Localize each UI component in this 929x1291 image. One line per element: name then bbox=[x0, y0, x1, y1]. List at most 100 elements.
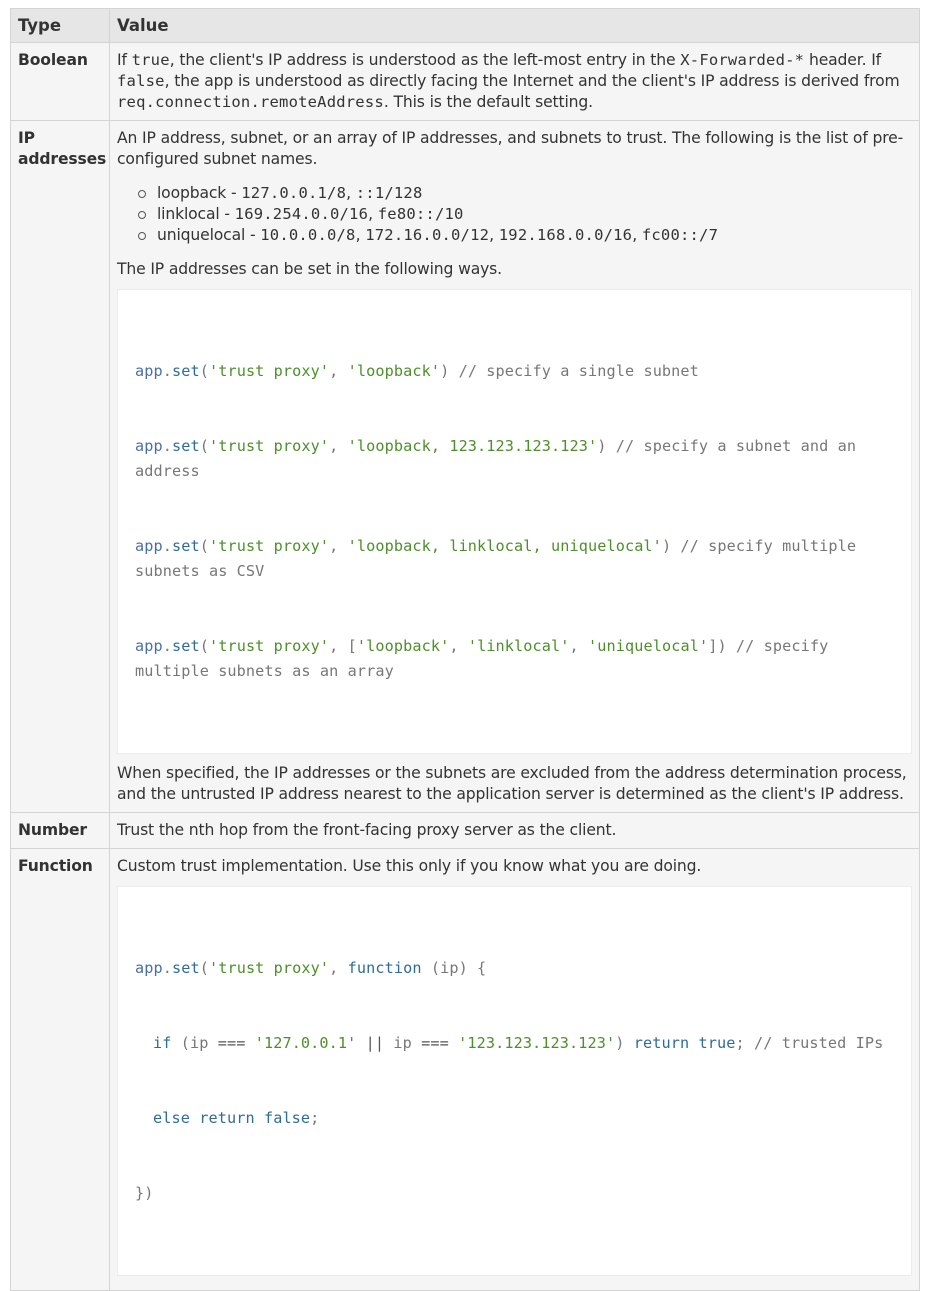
code-token: . bbox=[162, 362, 172, 380]
table-row-number: Number Trust the nth hop from the front-… bbox=[10, 812, 920, 849]
code-token: ip bbox=[393, 1034, 412, 1052]
code-token: (ip) { bbox=[421, 959, 487, 977]
code-token: 'loopback, 123.123.123.123' bbox=[347, 437, 598, 455]
type-cell-ip-addresses: IP addresses bbox=[10, 120, 110, 813]
code-token: app bbox=[135, 362, 163, 380]
code-token: , bbox=[329, 959, 348, 977]
code-token: 'linklocal' bbox=[467, 637, 570, 655]
code-token: app bbox=[135, 537, 163, 555]
code-line: app.set('trust proxy', ['loopback', 'lin… bbox=[135, 634, 894, 684]
code-token: set bbox=[171, 637, 200, 655]
code-token: ) bbox=[615, 1034, 634, 1052]
type-cell-number: Number bbox=[10, 812, 110, 849]
inline-code-remote-address: req.connection.remoteAddress bbox=[117, 93, 384, 111]
table-header-row: Type Value bbox=[10, 8, 920, 43]
subnet-name: linklocal bbox=[157, 205, 220, 223]
ip-outro: When specified, the IP addresses or the … bbox=[117, 764, 907, 803]
code-token: set bbox=[171, 537, 200, 555]
code-token: . bbox=[162, 537, 172, 555]
text-fragment: , the app is understood as directly faci… bbox=[164, 72, 900, 90]
function-description: Custom trust implementation. Use this on… bbox=[117, 857, 702, 875]
code-token: '127.0.0.1' bbox=[254, 1034, 357, 1052]
subnet-address: 169.254.0.0/16 bbox=[234, 205, 369, 223]
code-block-ip: app.set('trust proxy', 'loopback') // sp… bbox=[117, 289, 912, 754]
code-token: ) bbox=[717, 637, 727, 655]
subnet-address: 127.0.0.1/8 bbox=[241, 184, 347, 202]
subnet-address: ::1/128 bbox=[355, 184, 423, 202]
inline-code-false: false bbox=[117, 72, 165, 90]
table-row-function: Function Custom trust implementation. Us… bbox=[10, 848, 920, 1291]
value-cell-ip-addresses: An IP address, subnet, or an array of IP… bbox=[109, 120, 920, 813]
code-token: ( bbox=[199, 637, 209, 655]
code-token: app bbox=[135, 637, 163, 655]
type-cell-function: Function bbox=[10, 848, 110, 1291]
code-comment: // specify a single subnet bbox=[449, 362, 699, 380]
code-comment: // trusted IPs bbox=[753, 1034, 884, 1052]
code-token: '123.123.123.123' bbox=[458, 1034, 616, 1052]
code-token: . bbox=[162, 637, 172, 655]
code-token: 'trust proxy' bbox=[208, 362, 330, 380]
table-row-boolean: Boolean If true, the client's IP address… bbox=[10, 42, 920, 121]
code-token: . bbox=[162, 959, 172, 977]
value-cell-function: Custom trust implementation. Use this on… bbox=[109, 848, 920, 1291]
text-fragment: - bbox=[245, 226, 261, 244]
code-token: ( bbox=[199, 537, 209, 555]
subnet-address: 172.16.0.0/12 bbox=[365, 226, 490, 244]
code-token: app bbox=[135, 437, 163, 455]
boolean-description: If true, the client's IP address is unde… bbox=[117, 50, 912, 113]
ip-ways: The IP addresses can be set in the follo… bbox=[117, 260, 502, 278]
code-token: false bbox=[263, 1109, 311, 1127]
code-token: else bbox=[153, 1109, 190, 1127]
code-token: set bbox=[171, 959, 200, 977]
code-line: else return false; bbox=[135, 1106, 894, 1131]
code-line: app.set('trust proxy', 'loopback, 123.12… bbox=[135, 434, 894, 484]
code-token: . bbox=[162, 437, 172, 455]
text-fragment: - bbox=[226, 184, 242, 202]
inline-code-header: X-Forwarded-* bbox=[680, 51, 805, 69]
type-cell-boolean: Boolean bbox=[10, 42, 110, 121]
code-line: app.set('trust proxy', 'loopback, linklo… bbox=[135, 534, 894, 584]
value-cell-number: Trust the nth hop from the front-facing … bbox=[109, 812, 920, 849]
code-token: ( bbox=[171, 1034, 190, 1052]
code-line: if (ip === '127.0.0.1' || ip === '123.12… bbox=[135, 1031, 894, 1056]
code-token: === bbox=[411, 1034, 459, 1052]
table-row-ip-addresses: IP addresses An IP address, subnet, or a… bbox=[10, 120, 920, 813]
text-fragment: , the client's IP address is understood … bbox=[169, 51, 681, 69]
code-token: 'loopback' bbox=[356, 637, 450, 655]
code-token: }) bbox=[135, 1184, 154, 1202]
code-token: return bbox=[633, 1034, 690, 1052]
code-token: 'trust proxy' bbox=[208, 437, 330, 455]
code-token: [ bbox=[347, 637, 357, 655]
code-token: 'loopback' bbox=[347, 362, 441, 380]
code-token: ; bbox=[310, 1109, 320, 1127]
code-token: ( bbox=[199, 437, 209, 455]
code-token: ) bbox=[440, 362, 450, 380]
code-token: 'trust proxy' bbox=[208, 637, 330, 655]
code-token: , bbox=[569, 637, 589, 655]
value-cell-boolean: If true, the client's IP address is unde… bbox=[109, 42, 920, 121]
code-token: app bbox=[135, 959, 163, 977]
text-fragment: If bbox=[117, 51, 132, 69]
code-token: ip bbox=[190, 1034, 209, 1052]
text-fragment: . This is the default setting. bbox=[383, 93, 593, 111]
code-token: set bbox=[171, 437, 200, 455]
code-token: if bbox=[153, 1034, 172, 1052]
header-value: Value bbox=[109, 8, 920, 43]
list-item: linklocal - 169.254.0.0/16, fe80::/10 bbox=[138, 204, 912, 225]
code-token: , bbox=[329, 637, 348, 655]
subnet-list: loopback - 127.0.0.1/8, ::1/128 linkloca… bbox=[117, 183, 912, 246]
code-token: function bbox=[347, 959, 422, 977]
subnet-address: fc00::/7 bbox=[641, 226, 719, 244]
trust-proxy-table: Type Value Boolean If true, the client's… bbox=[10, 8, 920, 1291]
list-item: loopback - 127.0.0.1/8, ::1/128 bbox=[138, 183, 912, 204]
code-token: , bbox=[449, 637, 468, 655]
code-token: 'trust proxy' bbox=[208, 959, 330, 977]
code-token: 'trust proxy' bbox=[208, 537, 330, 555]
list-item: uniquelocal - 10.0.0.0/8, 172.16.0.0/12,… bbox=[138, 225, 912, 246]
subnet-name: uniquelocal bbox=[157, 226, 246, 244]
text-fragment: header. If bbox=[804, 51, 881, 69]
code-block-function: app.set ( 'trust proxy', function (ip) { i… bbox=[117, 886, 912, 1276]
subnet-address: 10.0.0.0/8 bbox=[260, 226, 356, 244]
